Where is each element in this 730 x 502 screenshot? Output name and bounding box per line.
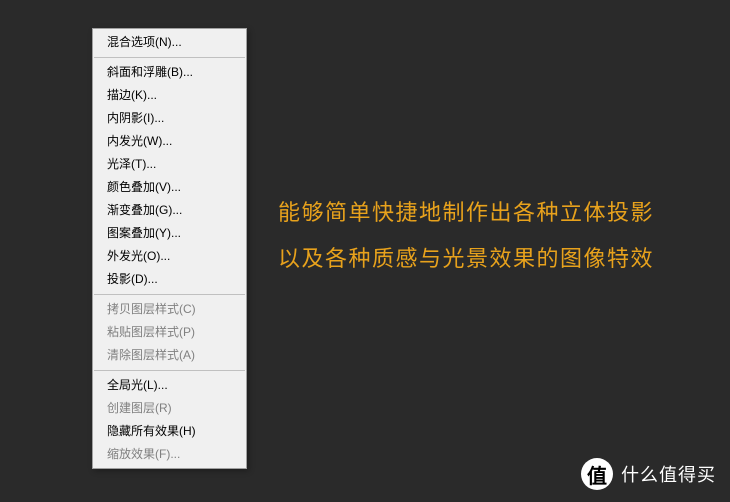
watermark-text: 什么值得买 (621, 461, 716, 487)
menu-item-stroke[interactable]: 描边(K)... (93, 84, 246, 107)
watermark-icon: 值 (581, 458, 613, 490)
menu-item-color-overlay[interactable]: 颜色叠加(V)... (93, 176, 246, 199)
menu-separator (94, 294, 245, 295)
menu-item-outer-glow[interactable]: 外发光(O)... (93, 245, 246, 268)
menu-item-copy-layer-style: 拷贝图层样式(C) (93, 298, 246, 321)
menu-item-paste-layer-style: 粘贴图层样式(P) (93, 321, 246, 344)
menu-item-blending-options[interactable]: 混合选项(N)... (93, 31, 246, 54)
menu-item-create-layer: 创建图层(R) (93, 397, 246, 420)
watermark: 值 什么值得买 (581, 458, 716, 490)
menu-item-inner-shadow[interactable]: 内阴影(I)... (93, 107, 246, 130)
menu-item-hide-all-effects[interactable]: 隐藏所有效果(H) (93, 420, 246, 443)
menu-item-drop-shadow[interactable]: 投影(D)... (93, 268, 246, 291)
menu-separator (94, 57, 245, 58)
menu-item-satin[interactable]: 光泽(T)... (93, 153, 246, 176)
caption-text: 能够简单快捷地制作出各种立体投影 以及各种质感与光景效果的图像特效 (278, 190, 654, 282)
menu-item-bevel-emboss[interactable]: 斜面和浮雕(B)... (93, 61, 246, 84)
menu-separator (94, 370, 245, 371)
menu-item-pattern-overlay[interactable]: 图案叠加(Y)... (93, 222, 246, 245)
menu-item-inner-glow[interactable]: 内发光(W)... (93, 130, 246, 153)
menu-item-clear-layer-style: 清除图层样式(A) (93, 344, 246, 367)
caption-line-1: 能够简单快捷地制作出各种立体投影 (278, 190, 654, 236)
menu-item-gradient-overlay[interactable]: 渐变叠加(G)... (93, 199, 246, 222)
caption-line-2: 以及各种质感与光景效果的图像特效 (278, 236, 654, 282)
layer-style-context-menu: 混合选项(N)... 斜面和浮雕(B)... 描边(K)... 内阴影(I)..… (92, 28, 247, 469)
menu-item-global-light[interactable]: 全局光(L)... (93, 374, 246, 397)
menu-item-scale-effects: 缩放效果(F)... (93, 443, 246, 466)
